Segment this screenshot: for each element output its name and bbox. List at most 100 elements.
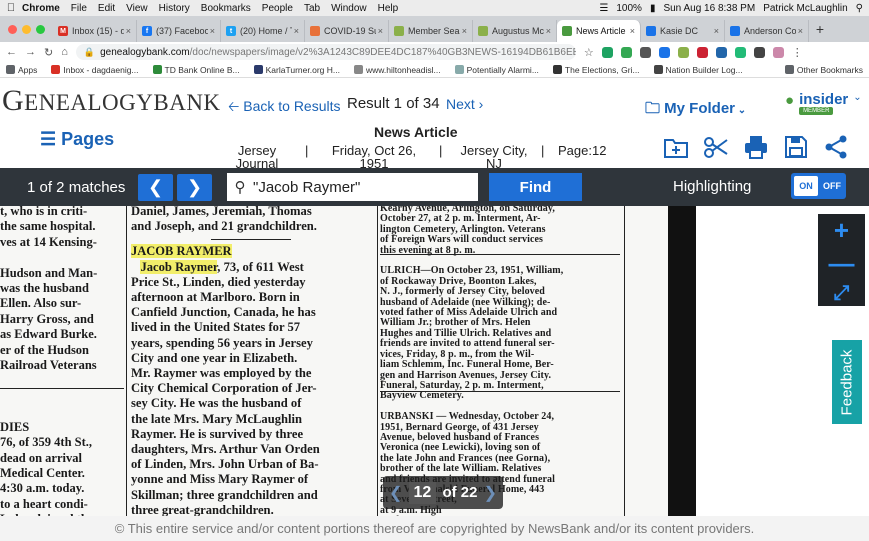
browser-tab[interactable]: News Article ×: [557, 20, 641, 42]
current-page-number[interactable]: 12: [408, 481, 437, 504]
newspaper-text-line: liam Schlemm, Inc. Funeral Home, Ber-: [380, 359, 554, 371]
address-bar[interactable]: 🔒 genealogybank.com/doc/newspapers/image…: [75, 44, 576, 60]
fit-to-screen-icon[interactable]: ⤢: [834, 282, 850, 305]
battery-icon[interactable]: ▮: [650, 3, 656, 14]
reload-icon[interactable]: ↻: [44, 46, 53, 59]
extension-icon[interactable]: [658, 46, 670, 58]
menu-tab[interactable]: Tab: [304, 3, 320, 14]
back-to-results-link[interactable]: 🡠 Back to Results: [228, 96, 341, 120]
forward-arrow-icon[interactable]: →: [25, 46, 36, 58]
previous-match-button[interactable]: ❮: [138, 174, 173, 201]
close-tab-icon[interactable]: ×: [126, 26, 131, 36]
my-folder-menu[interactable]: 🗀 My Folder ⌄: [645, 98, 746, 123]
browser-tab[interactable]: f (37) Faceboo ×: [137, 20, 221, 42]
menu-people[interactable]: People: [262, 3, 293, 14]
extension-icon[interactable]: [715, 46, 727, 58]
avatar[interactable]: [772, 46, 784, 58]
newspaper-page-image[interactable]: t, who is in criti-the same hospital. ves…: [0, 206, 668, 516]
browser-tab[interactable]: M Inbox (15) - d ×: [53, 20, 137, 42]
add-to-folder-icon[interactable]: [663, 134, 689, 160]
close-tab-icon[interactable]: ×: [714, 26, 719, 36]
newspaper-text-line: DIES: [0, 419, 30, 434]
print-icon[interactable]: [743, 134, 769, 160]
feedback-label: Feedback: [838, 349, 856, 415]
minimize-window-button[interactable]: [22, 24, 31, 34]
bookmark-item[interactable]: Potentially Alarmi...: [454, 65, 539, 75]
close-tab-icon[interactable]: ×: [546, 26, 551, 36]
previous-page-icon[interactable]: ❮: [389, 483, 402, 503]
menu-view[interactable]: View: [126, 3, 148, 14]
more-menu-icon[interactable]: ⋮: [792, 46, 803, 59]
bookmark-item[interactable]: Apps: [6, 65, 37, 75]
zoom-window-button[interactable]: [36, 24, 45, 34]
apple-icon[interactable]: : [0, 2, 22, 14]
browser-tab[interactable]: Kasie DC ×: [641, 20, 725, 42]
menu-chrome[interactable]: Chrome: [22, 3, 60, 14]
extension-icon[interactable]: [601, 46, 613, 58]
close-tab-icon[interactable]: ×: [294, 26, 299, 36]
search-icon[interactable]: ⚲: [856, 3, 863, 14]
menu-edit[interactable]: Edit: [98, 3, 115, 14]
bookmark-item[interactable]: Other Bookmarks: [784, 65, 863, 75]
bookmark-item[interactable]: www.hiltonheadisl...: [353, 65, 441, 75]
extension-icon[interactable]: [620, 46, 632, 58]
next-page-icon[interactable]: ❯: [484, 483, 497, 503]
menu-help[interactable]: Help: [378, 3, 399, 14]
highlighting-label: Highlighting: [673, 178, 752, 195]
puzzle-icon[interactable]: [753, 46, 765, 58]
menu-window[interactable]: Window: [331, 3, 367, 14]
close-tab-icon[interactable]: ×: [378, 26, 383, 36]
close-tab-icon[interactable]: ×: [462, 26, 467, 36]
browser-tab[interactable]: Anderson Co ×: [725, 20, 809, 42]
pages-button[interactable]: ☰ Pages: [40, 129, 114, 150]
highlighting-toggle[interactable]: ON OFF: [791, 173, 846, 199]
back-arrow-icon[interactable]: ←: [6, 46, 17, 58]
close-tab-icon[interactable]: ×: [210, 26, 215, 36]
bookmark-item[interactable]: KarlaTurner.org H...: [253, 65, 340, 75]
zoom-in-icon[interactable]: +: [834, 215, 849, 246]
clip-scissors-icon[interactable]: [703, 134, 729, 160]
newspaper-text-line: [0, 373, 125, 388]
close-tab-icon[interactable]: ×: [630, 26, 635, 36]
feedback-tab[interactable]: Feedback: [832, 340, 862, 424]
user-name[interactable]: Patrick McLaughlin: [763, 3, 847, 14]
menu-bookmarks[interactable]: Bookmarks: [201, 3, 251, 14]
bookmark-star-icon[interactable]: ☆: [584, 46, 594, 59]
battery-percent[interactable]: 100%: [616, 3, 642, 14]
next-match-button[interactable]: ❯: [177, 174, 212, 201]
close-window-button[interactable]: [8, 24, 17, 34]
bookmark-item[interactable]: TD Bank Online B...: [152, 65, 240, 75]
extension-icon[interactable]: [639, 46, 651, 58]
home-icon[interactable]: ⌂: [61, 46, 68, 58]
menu-history[interactable]: History: [159, 3, 190, 14]
highlighted-match: JACOB RAYMER: [131, 244, 232, 259]
search-input[interactable]: [253, 174, 473, 200]
genealogybank-logo[interactable]: GENEALOGYBANK: [2, 84, 221, 118]
clock[interactable]: Sun Aug 16 8:38 PM: [663, 3, 755, 14]
obituary-rule: [211, 239, 291, 241]
newspaper-text-line: [0, 404, 125, 419]
bookmark-item[interactable]: Nation Builder Log...: [653, 65, 743, 75]
bookmark-item[interactable]: Inbox - dagdaenig...: [51, 65, 139, 75]
browser-tab[interactable]: Augustus Mc ×: [473, 20, 557, 42]
wifi-icon[interactable]: ☰: [599, 3, 608, 14]
next-result-link[interactable]: Next ›: [446, 96, 483, 112]
newspaper-column-middle: Daniel, James, Jeremiah, Thomas and Josep…: [131, 206, 377, 516]
insider-account-menu[interactable]: ● insider MEMBER ⌄: [785, 92, 862, 115]
new-tab-button[interactable]: +: [809, 21, 831, 37]
share-icon[interactable]: [823, 134, 849, 160]
close-tab-icon[interactable]: ×: [798, 26, 803, 36]
browser-tab[interactable]: COVID-19 Su ×: [305, 20, 389, 42]
zoom-out-icon[interactable]: —: [829, 248, 855, 279]
browser-tab[interactable]: t (20) Home / T ×: [221, 20, 305, 42]
extension-icon[interactable]: [677, 46, 689, 58]
browser-tab[interactable]: Member Sear ×: [389, 20, 473, 42]
newspaper-viewer[interactable]: t, who is in criti-the same hospital. ves…: [0, 206, 869, 516]
find-button[interactable]: Find: [489, 173, 582, 201]
extension-icon[interactable]: [734, 46, 746, 58]
bookmark-item[interactable]: The Elections, Gri...: [552, 65, 640, 75]
menu-file[interactable]: File: [71, 3, 87, 14]
save-icon[interactable]: [783, 134, 809, 160]
extension-icon[interactable]: [696, 46, 708, 58]
total-pages: of 22: [442, 484, 478, 501]
